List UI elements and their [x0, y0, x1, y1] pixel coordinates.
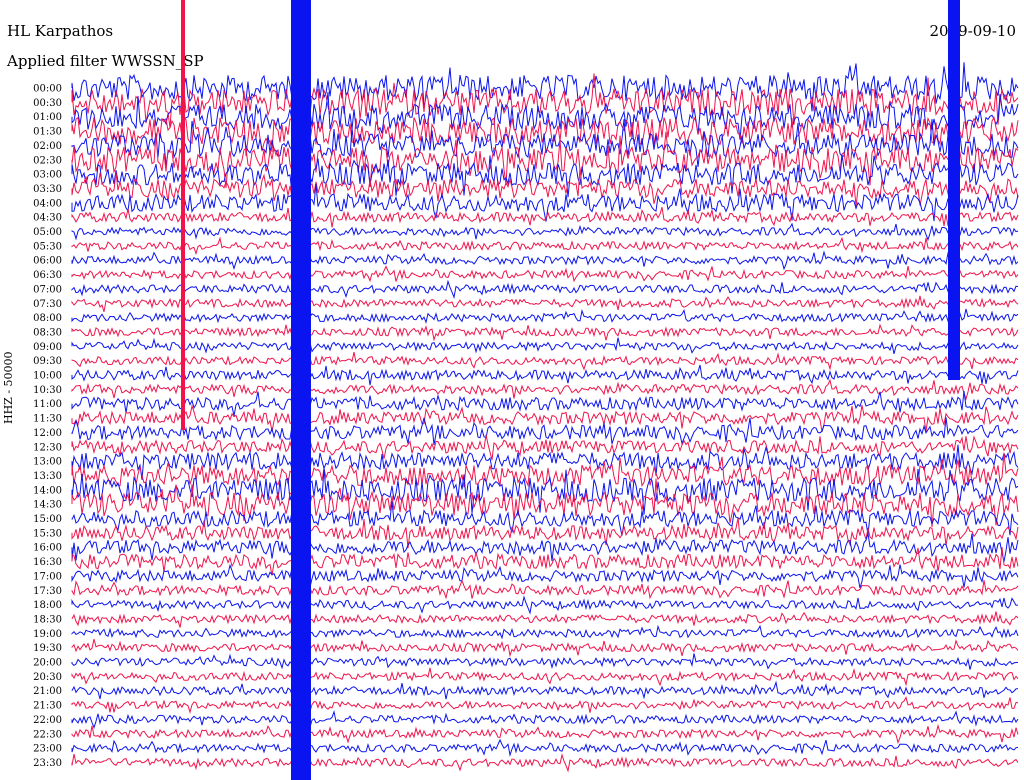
trace-line [71, 595, 1019, 615]
time-tick-label: 01:30 [33, 127, 62, 138]
trace-line [71, 680, 1019, 700]
trace-line [71, 250, 1019, 271]
time-tick-label: 05:00 [33, 227, 62, 238]
time-tick-label: 12:00 [33, 428, 62, 439]
trace-line [71, 563, 1019, 589]
time-tick-label: 00:30 [33, 98, 62, 109]
time-tick-label: 18:30 [33, 614, 62, 625]
time-tick-label: 04:00 [33, 198, 62, 209]
time-tick-label: 20:30 [33, 672, 62, 683]
time-tick-label: 00:00 [33, 84, 62, 95]
trace-line [71, 667, 1019, 687]
time-tick-label: 10:00 [33, 371, 62, 382]
event-band [948, 0, 960, 380]
seismogram-plot: 00:00 00:30 01:00 01:30 02:00 02:30 03:00 03:30… [33, 0, 1019, 780]
time-tick-label: 15:30 [33, 528, 62, 539]
trace-line [71, 709, 1019, 729]
trace-line [71, 753, 1019, 773]
time-tick-label: 15:00 [33, 514, 62, 525]
trace-line [71, 738, 1019, 757]
time-tick-label: 23:00 [33, 744, 62, 755]
time-tick-label: 01:00 [33, 112, 62, 123]
trace-line [71, 279, 1019, 300]
event-spike [181, 0, 185, 430]
trace-line [71, 390, 1019, 417]
event-band [291, 0, 311, 780]
time-tick-label: 04:30 [33, 213, 62, 224]
helicorder-chart: HL Karpathos 2019-09-10 Applied filter W… [0, 0, 1024, 780]
trace-line [71, 723, 1019, 744]
trace-line [71, 378, 1019, 401]
time-tick-label: 06:00 [33, 256, 62, 267]
trace-line [71, 533, 1019, 562]
time-tick-label: 23:30 [33, 758, 62, 769]
time-tick-label: 21:30 [33, 701, 62, 712]
time-tick-label: 08:00 [33, 313, 62, 324]
time-tick-label: 19:00 [33, 629, 62, 640]
trace-line [71, 364, 1019, 386]
trace-line [71, 308, 1019, 324]
time-tick-label: 03:30 [33, 184, 62, 195]
time-tick-label: 09:00 [33, 342, 62, 353]
trace-line [71, 236, 1019, 256]
time-tick-label: 16:00 [33, 543, 62, 554]
time-tick-label: 11:00 [33, 399, 62, 410]
trace-line [71, 183, 1019, 222]
trace-line [71, 154, 1019, 198]
time-tick-label: 21:00 [33, 686, 62, 697]
time-tick-label: 18:00 [33, 600, 62, 611]
trace-line [71, 73, 1019, 128]
time-tick-label: 19:30 [33, 643, 62, 654]
trace-line [71, 323, 1019, 342]
time-tick-label: 17:00 [33, 571, 62, 582]
time-tick-label: 12:30 [33, 442, 62, 453]
time-tick-label: 06:30 [33, 270, 62, 281]
time-tick-label: 08:30 [33, 327, 62, 338]
trace-line [71, 265, 1019, 283]
time-tick-label: 07:00 [33, 284, 62, 295]
time-tick-label: 14:30 [33, 500, 62, 511]
trace-line [71, 638, 1019, 658]
time-tick-label: 02:30 [33, 155, 62, 166]
time-tick-label: 02:00 [33, 141, 62, 152]
time-tick-label: 14:00 [33, 485, 62, 496]
time-tick-label: 05:30 [33, 241, 62, 252]
time-tick-label: 13:00 [33, 457, 62, 468]
time-tick-label: 22:30 [33, 729, 62, 740]
trace-line [71, 295, 1019, 312]
trace-line [71, 434, 1019, 461]
time-tick-label: 22:00 [33, 715, 62, 726]
time-tick-label: 13:30 [33, 471, 62, 482]
trace-line [71, 653, 1018, 670]
trace-line [71, 624, 1019, 640]
time-tick-label: 20:00 [33, 658, 62, 669]
trace-line [71, 611, 1019, 628]
time-tick-label: 07:30 [33, 299, 62, 310]
time-tick-label: 16:30 [33, 557, 62, 568]
trace-line [71, 337, 1019, 355]
time-tick-label: 03:00 [33, 170, 62, 181]
trace-line [71, 222, 1019, 242]
time-tick-label: 09:30 [33, 356, 62, 367]
trace-line [71, 579, 1019, 600]
trace-line [71, 696, 1018, 715]
time-tick-label: 10:30 [33, 385, 62, 396]
time-tick-label: 17:30 [33, 586, 62, 597]
time-tick-label: 11:30 [33, 414, 62, 425]
trace-line [71, 351, 1019, 371]
